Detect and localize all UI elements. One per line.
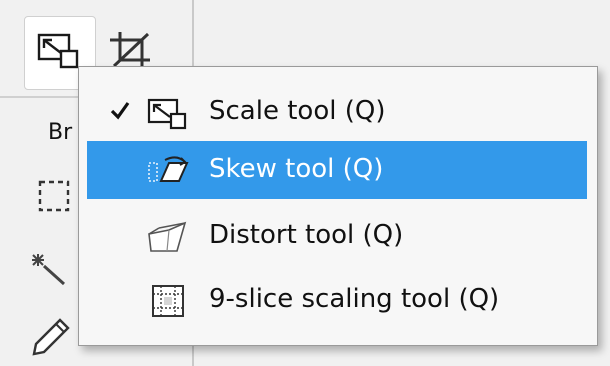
menu-item-nine-slice-tool[interactable]: 9-slice scaling tool (Q) [87, 271, 587, 329]
marquee-icon [38, 180, 70, 212]
app-window: Br Scale tool (Q) Skew tool (Q) Distort … [0, 0, 610, 366]
menu-item-label: Skew tool (Q) [209, 154, 384, 184]
menu-item-label: Scale tool (Q) [209, 96, 386, 126]
menu-item-scale-tool[interactable]: Scale tool (Q) [87, 83, 587, 141]
checkmark-icon [110, 102, 130, 120]
menu-item-label: 9-slice scaling tool (Q) [209, 284, 500, 314]
skew-tool-icon [148, 156, 189, 182]
marquee-select-tool[interactable] [34, 176, 74, 216]
magic-wand-icon [32, 254, 66, 286]
menu-item-label: Distort tool (Q) [209, 220, 404, 250]
menu-item-distort-tool[interactable]: Distort tool (Q) [87, 207, 587, 265]
pencil-icon [32, 318, 70, 356]
menu-item-skew-tool[interactable]: Skew tool (Q) [87, 141, 587, 199]
pencil-tool[interactable] [30, 316, 70, 356]
brush-section-label: Br [48, 120, 73, 145]
nine-slice-tool-icon [152, 285, 184, 317]
distort-tool-icon [148, 221, 187, 252]
magic-wand-tool[interactable] [30, 248, 70, 288]
scale-tool-icon [147, 98, 187, 130]
transform-tool-menu: Scale tool (Q) Skew tool (Q) Distort too… [78, 66, 598, 346]
